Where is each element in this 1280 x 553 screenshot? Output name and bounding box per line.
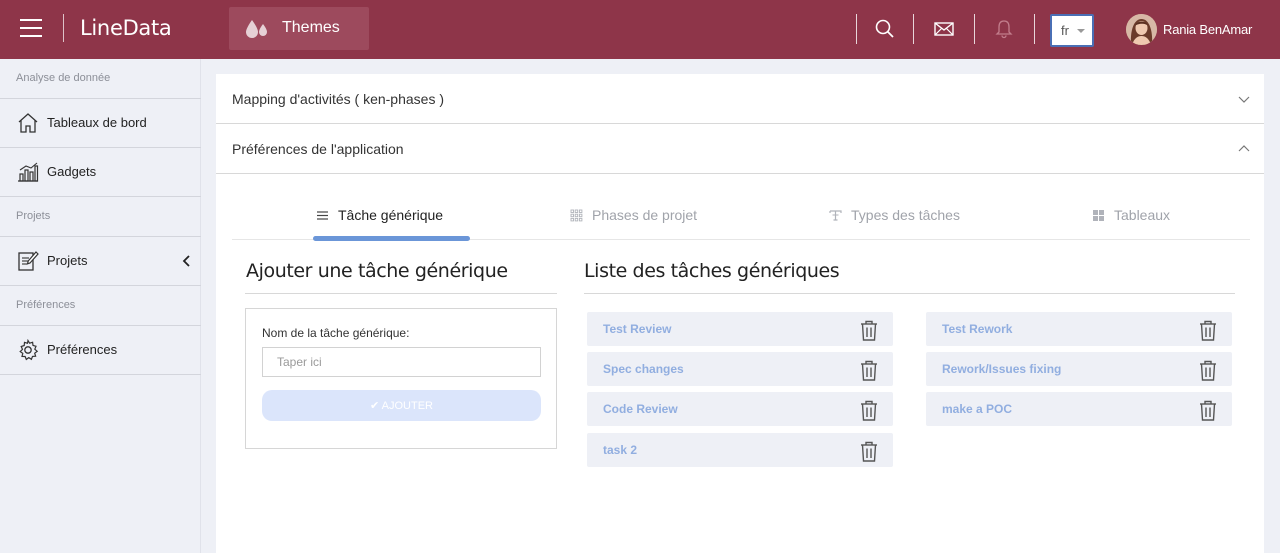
add-task-heading: Ajouter une tâche générique <box>246 260 508 282</box>
bell-icon[interactable] <box>993 18 1015 40</box>
accordion-mapping[interactable]: Mapping d'activités ( ken-phases ) <box>216 74 1264 124</box>
sidebar-item-label: Tableaux de bord <box>47 115 147 130</box>
user-name[interactable]: Rania BenAmar <box>1163 22 1252 37</box>
tab-label: Tableaux <box>1114 207 1171 223</box>
task-name: Rework/Issues fixing <box>942 362 1062 376</box>
task-item: Code Review <box>587 392 893 426</box>
tab-label: Types des tâches <box>851 207 960 223</box>
task-name: task 2 <box>603 443 638 457</box>
trash-icon[interactable] <box>1199 320 1217 341</box>
themes-button[interactable]: Themes <box>229 7 369 50</box>
top-bar: LineData Themes fr Rania BenAmar <box>0 0 1280 59</box>
gear-icon <box>19 339 39 361</box>
trash-icon[interactable] <box>860 441 878 462</box>
grid-dots-icon <box>570 209 583 222</box>
list-icon <box>317 211 328 220</box>
trash-icon[interactable] <box>1199 360 1217 381</box>
main-panel: Mapping d'activités ( ken-phases ) Préfé… <box>216 74 1264 553</box>
check-icon: ✔ <box>369 400 382 412</box>
task-item: Test Review <box>587 312 893 346</box>
sidebar-section-label: Analyse de donnée <box>16 72 111 84</box>
active-tab-indicator <box>313 236 470 241</box>
sidebar-section-label: Projets <box>16 210 51 222</box>
sidebar-item-preferences[interactable]: Préférences <box>0 326 201 375</box>
app-logo[interactable]: LineData <box>80 16 172 40</box>
chevron-down-icon <box>1238 96 1250 103</box>
edit-document-icon <box>18 251 39 271</box>
add-task-form: Nom de la tâche générique: ✔ AJOUTER <box>245 308 557 449</box>
add-button-label: AJOUTER <box>381 400 433 412</box>
avatar-image <box>1126 14 1157 45</box>
sidebar-section-projets: Projets <box>0 197 201 237</box>
sidebar-item-gadgets[interactable]: Gadgets <box>0 148 201 197</box>
heading-divider <box>245 293 557 294</box>
logo-divider <box>63 14 64 42</box>
sidebar-item-label: Projets <box>47 253 88 268</box>
add-button[interactable]: ✔ AJOUTER <box>262 390 541 421</box>
accordion-title: Préférences de l'application <box>232 141 404 157</box>
trash-icon[interactable] <box>860 400 878 421</box>
task-name-input[interactable] <box>262 347 541 377</box>
avatar[interactable] <box>1126 14 1157 45</box>
task-name-label: Nom de la tâche générique: <box>262 326 410 340</box>
sidebar-section-analyse: Analyse de donnée <box>0 59 201 99</box>
tab-label: Tâche générique <box>338 207 444 223</box>
sidebar-section-preferences: Préférences <box>0 286 201 326</box>
task-item: task 2 <box>587 433 893 467</box>
bar-chart-icon <box>18 162 39 182</box>
task-list-heading: Liste des tâches génériques <box>584 260 840 282</box>
trash-icon[interactable] <box>860 320 878 341</box>
type-icon <box>829 210 842 221</box>
task-item: Test Rework <box>926 312 1232 346</box>
header-divider <box>856 14 857 44</box>
accordion-title: Mapping d'activités ( ken-phases ) <box>232 91 444 107</box>
language-value: fr <box>1061 23 1069 38</box>
sidebar-item-label: Préférences <box>47 342 118 357</box>
home-icon <box>18 113 38 133</box>
sidebar-section-label: Préférences <box>16 299 76 311</box>
header-divider <box>1034 14 1035 44</box>
task-item: Rework/Issues fixing <box>926 352 1232 386</box>
sidebar-item-label: Gadgets <box>47 164 97 179</box>
accordion-preferences[interactable]: Préférences de l'application <box>216 124 1264 174</box>
squares-icon <box>1093 210 1104 221</box>
trash-icon[interactable] <box>860 360 878 381</box>
chevron-down-icon <box>1077 29 1085 33</box>
mail-icon[interactable] <box>933 18 955 40</box>
task-name: Test Rework <box>942 322 1013 336</box>
task-name: make a POC <box>942 402 1013 416</box>
language-select[interactable]: fr <box>1050 14 1094 47</box>
heading-divider <box>584 293 1235 294</box>
sidebar: Analyse de donnée Tableaux de bord Gadge… <box>0 59 201 553</box>
sidebar-item-tableaux-de-bord[interactable]: Tableaux de bord <box>0 99 201 148</box>
add-button-text: ✔ AJOUTER <box>262 399 541 412</box>
task-name: Spec changes <box>603 362 684 376</box>
header-divider <box>974 14 975 44</box>
sidebar-item-projets[interactable]: Projets <box>0 237 201 286</box>
task-item: Spec changes <box>587 352 893 386</box>
themes-label: Themes <box>282 19 340 36</box>
chevron-up-icon <box>1238 145 1250 152</box>
preferences-tabs: Tâche générique Phases de projet Types d… <box>232 190 1250 241</box>
menu-icon[interactable] <box>20 19 42 39</box>
trash-icon[interactable] <box>1199 400 1217 421</box>
header-divider <box>913 14 914 44</box>
chevron-left-icon <box>182 255 190 267</box>
task-item: make a POC <box>926 392 1232 426</box>
task-name: Test Review <box>603 322 672 336</box>
drops-icon <box>246 20 267 38</box>
tab-label: Phases de projet <box>592 207 698 223</box>
task-name: Code Review <box>603 402 678 416</box>
search-icon[interactable] <box>874 18 896 40</box>
